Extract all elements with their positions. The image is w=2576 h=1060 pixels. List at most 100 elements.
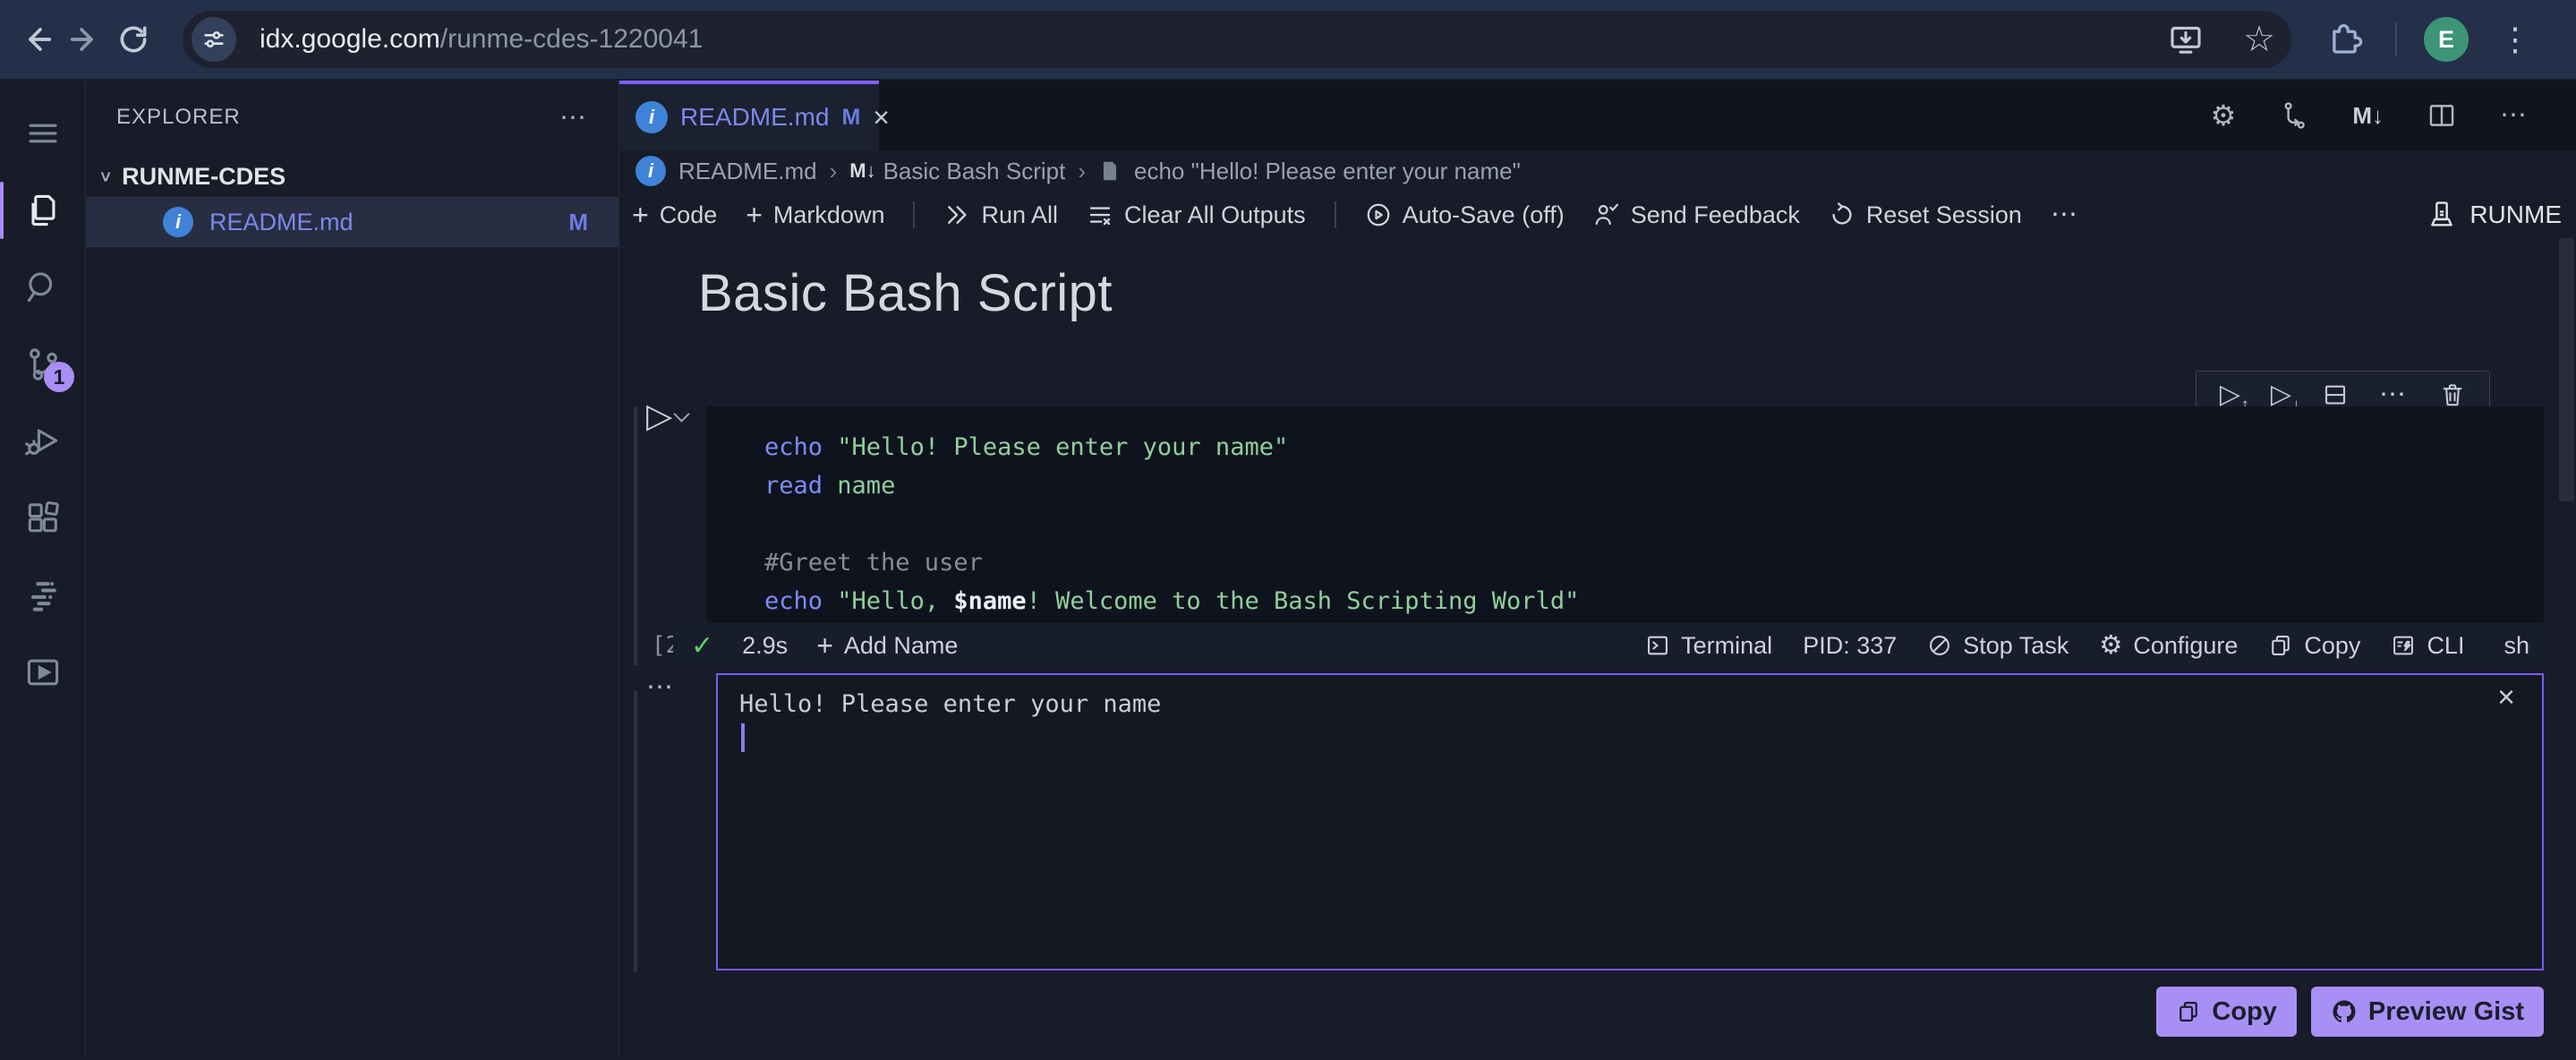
play-icon: ▷ xyxy=(646,398,673,435)
site-settings-button[interactable] xyxy=(192,17,236,62)
tab-readme[interactable]: i README.md M × xyxy=(619,81,890,150)
success-check-icon: ✓ xyxy=(691,630,714,661)
code-cell[interactable]: echo "Hello! Please enter your name" read… xyxy=(707,406,2544,623)
menu-hamburger-icon[interactable] xyxy=(0,95,85,172)
browser-menu-icon[interactable]: ⋮ xyxy=(2499,23,2531,56)
extensions-puzzle-icon[interactable] xyxy=(2327,21,2365,58)
delete-cell-icon[interactable] xyxy=(2439,381,2466,408)
reset-session-button[interactable]: Reset Session xyxy=(1829,201,2022,229)
execute-below-icon[interactable]: ▷ ↓ xyxy=(2271,381,2300,415)
run-all-icon xyxy=(948,206,968,224)
clear-all-label: Clear All Outputs xyxy=(1124,201,1306,228)
stop-task-button[interactable]: Stop Task xyxy=(1927,632,2068,660)
notebook-content: Basic Bash Script ▷ ▷ ↑ ▷ ↓ ⋯ echo "Hello!… xyxy=(619,238,2576,1058)
markdown-preview-icon[interactable]: M↓ xyxy=(2352,102,2384,130)
editor-scrollbar[interactable] xyxy=(2559,238,2574,501)
breadcrumb-section[interactable]: Basic Bash Script xyxy=(883,158,1066,185)
preview-gist-label: Preview Gist xyxy=(2367,996,2524,1026)
runme-brand-label: RUNME xyxy=(2469,201,2562,228)
execute-above-icon[interactable]: ▷ ↑ xyxy=(2220,381,2249,415)
add-code-cell-button[interactable]: + Code xyxy=(632,201,717,229)
breadcrumb-cell[interactable]: echo "Hello! Please enter your name" xyxy=(1134,158,1521,185)
run-cell-button[interactable]: ▷ xyxy=(646,398,690,435)
run-all-button[interactable]: Run All xyxy=(943,201,1058,229)
terminal-button[interactable]: Terminal xyxy=(1645,632,1772,660)
browser-forward-button[interactable] xyxy=(61,15,109,64)
editor-group: i README.md M × ⚙ M↓ ⋯ i README.md › M↓ … xyxy=(619,81,2576,1058)
output-focus-bar xyxy=(634,690,637,972)
url-host: idx.google.com xyxy=(260,24,440,54)
code-lines: echo "Hello! Please enter your name" read… xyxy=(707,406,2544,620)
stop-circle-icon xyxy=(1930,636,1950,655)
extensions-icon[interactable] xyxy=(0,480,85,557)
output-more-icon[interactable]: ⋯ xyxy=(646,671,676,703)
source-control-icon[interactable]: 1 xyxy=(0,326,85,403)
split-cell-icon[interactable] xyxy=(2322,381,2349,408)
auto-save-button[interactable]: Auto-Save (off) xyxy=(1365,201,1565,229)
terminal-output-text: Hello! Please enter your name xyxy=(739,690,1162,718)
file-row-readme[interactable]: i README.md M xyxy=(86,197,618,247)
plus-icon: + xyxy=(632,199,649,231)
cli-button[interactable]: CLI xyxy=(2391,632,2464,660)
runme-brand: RUNME xyxy=(2427,200,2576,230)
clear-all-outputs-button[interactable]: Clear All Outputs xyxy=(1087,201,1306,229)
copy-label: Copy xyxy=(2304,631,2361,659)
settings-gear-icon[interactable]: ⚙ xyxy=(2211,101,2237,130)
install-app-icon[interactable] xyxy=(2168,21,2204,57)
copy-output-button[interactable]: Copy xyxy=(2156,987,2297,1037)
run-debug-icon[interactable] xyxy=(0,403,85,480)
terminal-cursor xyxy=(741,723,745,752)
modified-badge: M xyxy=(568,208,588,235)
split-editor-icon[interactable] xyxy=(2427,100,2457,131)
explorer-more-icon[interactable]: ⋯ xyxy=(559,102,588,133)
terminal-label: Terminal xyxy=(1681,631,1773,659)
search-icon[interactable] xyxy=(0,249,85,326)
add-name-button[interactable]: + Add Name xyxy=(816,631,958,660)
tab-close-icon[interactable]: × xyxy=(873,103,890,132)
bookmark-star-icon[interactable]: ☆ xyxy=(2243,21,2275,57)
browser-reload-button[interactable] xyxy=(109,15,158,64)
configure-label: Configure xyxy=(2133,631,2239,659)
code-line: echo "Hello, $name! Welcome to the Bash … xyxy=(764,587,1580,615)
code-line: echo "Hello! Please enter your name" xyxy=(764,433,1289,461)
stop-task-label: Stop Task xyxy=(1963,631,2069,659)
chevron-right-icon: › xyxy=(1078,157,1086,184)
more-actions-icon[interactable]: ⋯ xyxy=(2500,102,2529,129)
toolbar-more-icon[interactable]: ⋯ xyxy=(2051,201,2080,228)
add-code-label: Code xyxy=(659,201,718,228)
cell-language[interactable]: sh xyxy=(2503,632,2529,660)
send-feedback-label: Send Feedback xyxy=(1630,201,1800,228)
gear-icon: ⚙ xyxy=(2099,630,2123,660)
terminal-close-icon[interactable]: × xyxy=(2497,680,2515,715)
code-cell-file-icon xyxy=(1103,161,1117,181)
address-bar[interactable]: idx.google.com/runme-cdes-1220041 ☆ xyxy=(183,11,2291,68)
terminal-output-panel[interactable]: Hello! Please enter your name × xyxy=(716,673,2544,970)
add-markdown-cell-button[interactable]: + Markdown xyxy=(746,201,884,229)
preview-gist-button[interactable]: Preview Gist xyxy=(2310,987,2544,1037)
tune-icon xyxy=(204,31,224,47)
tab-modified-badge: M xyxy=(841,104,861,130)
notebook-run-icon[interactable] xyxy=(0,634,85,711)
browser-back-button[interactable] xyxy=(13,15,61,64)
breadcrumb-file[interactable]: README.md xyxy=(678,158,817,185)
markdown-cell-icon: M↓ xyxy=(849,159,876,182)
workspace-folder-row[interactable]: ∨ RUNME-CDES xyxy=(86,156,618,197)
copy-cell-button[interactable]: Copy xyxy=(2268,632,2360,660)
chevron-right-icon: › xyxy=(829,157,838,184)
cell-more-icon[interactable]: ⋯ xyxy=(2379,381,2409,408)
idx-logs-icon[interactable] xyxy=(0,557,85,634)
cli-icon xyxy=(2393,636,2414,655)
runme-logo-icon xyxy=(2431,201,2453,227)
profile-avatar[interactable]: E xyxy=(2424,17,2469,62)
explorer-files-icon[interactable] xyxy=(0,172,85,249)
workspace-folder-name: RUNME-CDES xyxy=(122,162,286,190)
session-sync-icon[interactable] xyxy=(2279,100,2309,131)
editor-actions: ⚙ M↓ ⋯ xyxy=(2211,81,2576,150)
cell-duration: 2.9s xyxy=(742,631,789,659)
url-text[interactable]: idx.google.com/runme-cdes-1220041 xyxy=(260,24,703,55)
chevron-down-icon: ∨ xyxy=(98,167,114,185)
configure-button[interactable]: ⚙ Configure xyxy=(2099,632,2238,660)
send-feedback-button[interactable]: Send Feedback xyxy=(1593,201,1800,229)
browser-toolbar: idx.google.com/runme-cdes-1220041 ☆ E ⋮ xyxy=(0,0,2576,81)
